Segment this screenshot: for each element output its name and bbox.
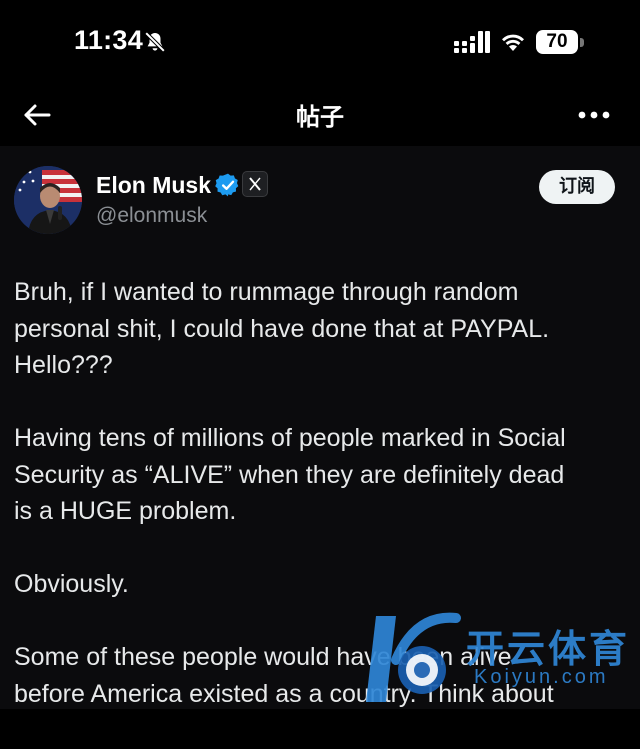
battery-cap	[580, 38, 584, 47]
battery-icon: 70	[536, 30, 578, 54]
nav-header: 帖子	[0, 86, 640, 146]
watermark-text: 开云体育	[466, 627, 631, 671]
post-paragraph-3: Obviously.	[14, 570, 129, 598]
page-title: 帖子	[296, 103, 344, 131]
post-paragraph-2: Having tens of millions of people marked…	[14, 424, 566, 525]
x-affiliate-icon[interactable]	[242, 171, 268, 197]
subscribe-button[interactable]: 订阅	[539, 170, 615, 204]
avatar-image	[14, 166, 82, 234]
watermark-url: Koiyun.com	[474, 666, 609, 688]
x-logo-icon	[249, 177, 261, 191]
wifi-icon	[502, 34, 524, 51]
post-paragraph-1: Bruh, if I wanted to rummage through ran…	[14, 278, 550, 379]
watermark: 开云体育 Koiyun.com	[356, 604, 636, 714]
signal-icon	[454, 31, 490, 53]
bell-slash-icon	[144, 31, 166, 53]
verified-badge-icon	[215, 173, 239, 197]
watermark-logo-icon	[366, 612, 461, 702]
status-bar: 11:34 70	[0, 0, 640, 86]
author-name[interactable]: Elon Musk	[96, 172, 211, 199]
status-time: 11:34	[74, 25, 144, 55]
avatar[interactable]	[14, 166, 82, 234]
post-container: Elon Musk @elonmusk 订阅 Bruh, if I wanted…	[0, 146, 640, 709]
more-dots-icon[interactable]	[574, 98, 614, 132]
author-handle[interactable]: @elonmusk	[96, 204, 207, 228]
